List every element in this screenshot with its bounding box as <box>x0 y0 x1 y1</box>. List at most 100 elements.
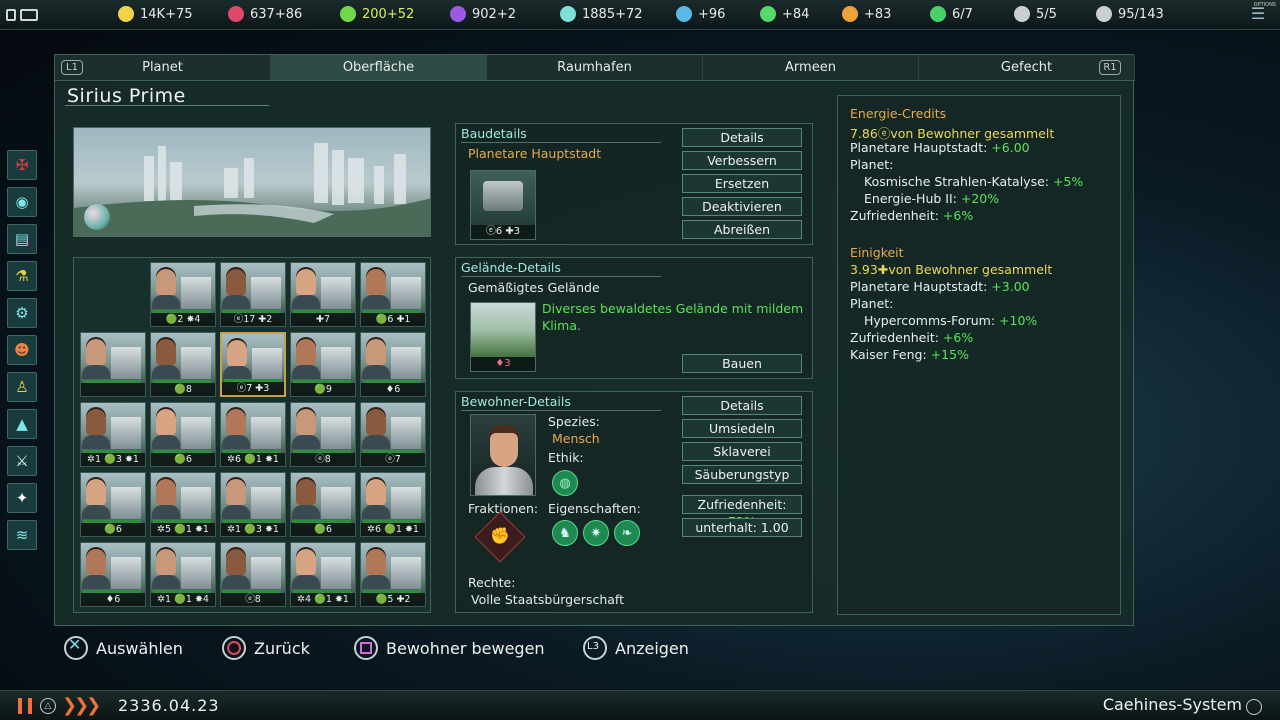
happiness-button[interactable]: Zufriedenheit: 72% <box>682 495 802 529</box>
planet-tile[interactable]: ✲1 🟢3 ✸1 <box>220 472 286 537</box>
resource-food[interactable]: 200+52 <box>340 6 414 22</box>
planet-tile[interactable]: ⓔ8 <box>220 542 286 607</box>
building-deaktivieren-button[interactable]: Deaktivieren <box>682 197 802 216</box>
planet-tile[interactable]: 🟢8 <box>150 332 216 397</box>
tile-building <box>111 557 141 589</box>
starbase-list-icon[interactable]: ✦ <box>7 483 37 513</box>
tab-oberflche[interactable]: Oberfläche <box>271 55 487 80</box>
unity-title-row: Einigkeit <box>850 245 904 260</box>
tile-yield: 🟢9 <box>291 383 355 396</box>
planet-tile[interactable]: 🟢6 ✚1 <box>360 262 426 327</box>
unity-total-suffix: von Bewohner gesammelt <box>888 262 1053 277</box>
resource-fleet[interactable]: 95/143 <box>1096 6 1164 22</box>
pop-umsiedeln-button[interactable]: Umsiedeln <box>682 419 802 438</box>
trait-3-icon[interactable]: ❧ <box>614 520 640 546</box>
resource-starbases[interactable]: 5/5 <box>1014 6 1057 22</box>
pop-body <box>292 365 320 379</box>
resource-energy[interactable]: 14K+75 <box>118 6 193 22</box>
tile-grid: 🟢2 ✸4 ⓔ17 ✚2 ✚7 🟢6 ✚1 🟢8 ⓔ7 ✚3 🟢9 ♦6 ✲1 🟢3 ✸1 🟢6 ✲… <box>73 257 431 613</box>
tile-yield: ✲1 🟢3 ✸1 <box>81 453 145 466</box>
planet-tile[interactable]: ✲1 🟢3 ✸1 <box>80 402 146 467</box>
planet-tile[interactable]: ⓔ8 <box>290 402 356 467</box>
planet-tile[interactable]: 🟢6 <box>290 472 356 537</box>
planet-tile[interactable]: ⓔ7 <box>360 402 426 467</box>
resource-value: 5/5 <box>1036 6 1057 22</box>
options-button[interactable]: ☰ OPTIONS <box>1246 2 1276 26</box>
planet-tile[interactable]: 🟢6 <box>150 402 216 467</box>
contacts-icon[interactable]: ◉ <box>7 187 37 217</box>
resource-engineering[interactable]: +83 <box>842 6 891 22</box>
move-pop-hint[interactable]: Bewohner bewegen <box>354 636 545 660</box>
situation-icon[interactable]: ▤ <box>7 224 37 254</box>
pop-body <box>362 295 390 309</box>
building-details-button[interactable]: Details <box>682 128 802 147</box>
tab-right-key[interactable]: R1 <box>1099 60 1121 75</box>
planet-tile[interactable]: ✲5 🟢1 ✸1 <box>150 472 216 537</box>
empire-icon[interactable]: ✠ <box>7 150 37 180</box>
pop-details-box: Bewohner-Details Spezies: Mensch Ethik: … <box>455 391 813 613</box>
build-button[interactable]: Bauen <box>682 354 802 373</box>
planet-tile[interactable]: 🟢5 ✚2 <box>360 542 426 607</box>
traditions-icon[interactable]: ▲ <box>7 409 37 439</box>
species-label: Spezies: <box>548 414 601 429</box>
resource-unity[interactable]: 1885+72 <box>560 6 643 22</box>
tile-building <box>321 557 351 589</box>
planet-tile[interactable]: ✲6 🟢1 ✸1 <box>360 472 426 537</box>
planet-tile[interactable]: ✲1 🟢1 ✸4 <box>150 542 216 607</box>
species-icon[interactable]: ☻ <box>7 335 37 365</box>
policies-icon[interactable]: ⚙ <box>7 298 37 328</box>
planet-tile[interactable]: 🟢9 <box>290 332 356 397</box>
planet-tile[interactable]: ⓔ7 ✚3 <box>220 332 286 397</box>
military-icon[interactable]: ⚔ <box>7 446 37 476</box>
research-icon[interactable]: ⚗ <box>7 261 37 291</box>
pop-details-button[interactable]: Details <box>682 396 802 415</box>
pause-icon[interactable] <box>18 698 32 714</box>
planet-tile[interactable]: ✲4 🟢1 ✸1 <box>290 542 356 607</box>
pop-face <box>366 549 386 575</box>
planet-tile[interactable]: ⓔ17 ✚2 <box>220 262 286 327</box>
speed-arrows-icon[interactable]: ❯❯❯ <box>62 695 101 716</box>
l3-button-icon: L3 <box>583 636 607 660</box>
building-abreien-button[interactable]: Abreißen <box>682 220 802 239</box>
resource-edicts[interactable]: 6/7 <box>930 6 973 22</box>
leaders-icon[interactable]: ♙ <box>7 372 37 402</box>
pop-portrait[interactable] <box>470 414 536 496</box>
trait-2-icon[interactable]: ✷ <box>583 520 609 546</box>
pop-suberungstyp-button[interactable]: Säuberungstyp <box>682 465 802 484</box>
tab-left-key[interactable]: L1 <box>61 60 83 75</box>
pop-sklaverei-button[interactable]: Sklaverei <box>682 442 802 461</box>
trait-1-icon[interactable]: ♞ <box>552 520 578 546</box>
building-image[interactable]: ⓔ6 ✚3 <box>470 170 536 240</box>
upkeep-button[interactable]: unterhalt: 1.00 <box>682 518 802 537</box>
tab-armeen[interactable]: Armeen <box>703 55 919 80</box>
resource-influence[interactable]: 902+2 <box>450 6 516 22</box>
pop-face <box>86 479 106 505</box>
tab-raumhafen[interactable]: Raumhafen <box>487 55 703 80</box>
planet-tile[interactable] <box>80 332 146 397</box>
planet-tile[interactable]: ✲6 🟢1 ✸1 <box>220 402 286 467</box>
modifier-label: Kaiser Feng: <box>850 347 927 362</box>
back-label: Zurück <box>254 638 310 658</box>
resource-physics[interactable]: +96 <box>676 6 725 22</box>
show-hint[interactable]: L3 Anzeigen <box>583 636 689 660</box>
system-name[interactable]: Caehines-System <box>1103 695 1242 714</box>
select-hint[interactable]: ✕ Auswählen <box>64 635 183 660</box>
menu-toggle[interactable] <box>6 6 48 24</box>
planet-tile[interactable]: 🟢2 ✸4 <box>150 262 216 327</box>
resource-society[interactable]: +84 <box>760 6 809 22</box>
ethics-icon[interactable]: ◍ <box>552 470 578 496</box>
resource-minerals[interactable]: 637+86 <box>228 6 302 22</box>
building-verbessern-button[interactable]: Verbessern <box>682 151 802 170</box>
ship-designer-icon[interactable]: ≋ <box>7 520 37 550</box>
building-ersetzen-button[interactable]: Ersetzen <box>682 174 802 193</box>
pop-face <box>86 409 106 435</box>
tab-planet[interactable]: Planet <box>55 55 271 80</box>
pop-body <box>152 435 180 449</box>
planet-tile[interactable]: ♦6 <box>360 332 426 397</box>
back-hint[interactable]: Zurück <box>222 636 310 660</box>
planet-tile[interactable]: ♦6 <box>80 542 146 607</box>
tile-yield <box>81 383 145 396</box>
planet-tile[interactable]: 🟢6 <box>80 472 146 537</box>
planet-tile[interactable]: ✚7 <box>290 262 356 327</box>
tile-building <box>111 347 141 379</box>
